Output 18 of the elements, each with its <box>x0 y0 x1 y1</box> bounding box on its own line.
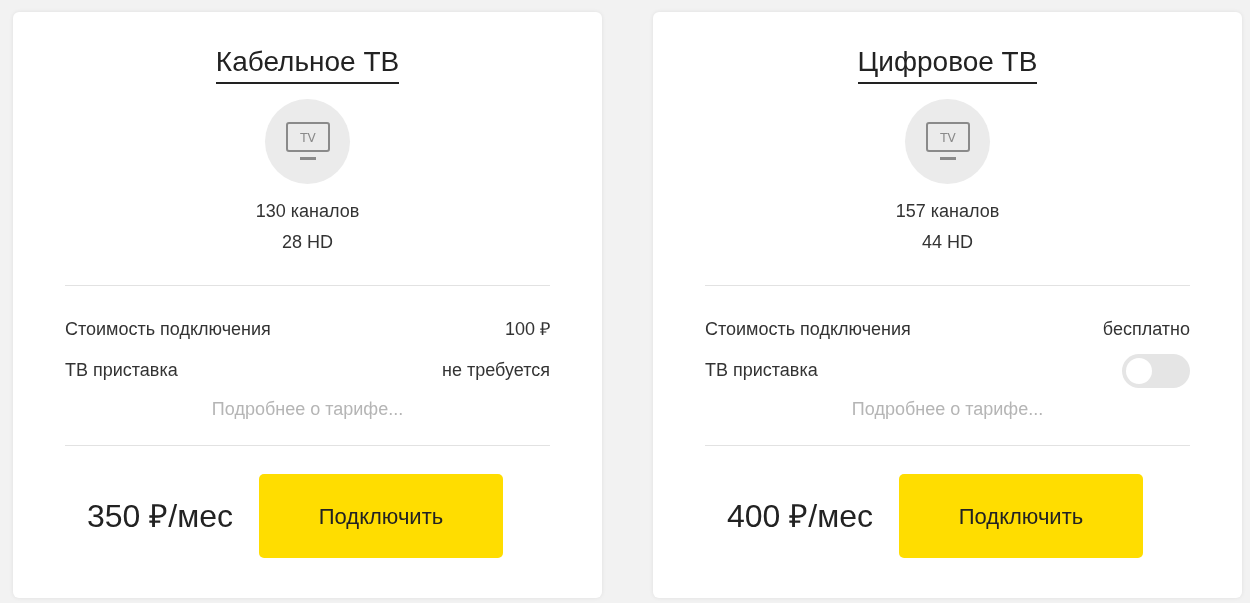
row-value: бесплатно <box>1102 318 1190 341</box>
row-value: 100 ₽ <box>504 318 550 341</box>
connect-button[interactable]: Подключить <box>898 474 1143 558</box>
row-value: не требуется <box>442 359 550 382</box>
channel-count: 157 каналов <box>895 200 1000 223</box>
row-label: ТВ приставка <box>705 359 818 382</box>
price: 350 ₽/мес <box>87 497 233 536</box>
row-label: Стоимость подключения <box>65 318 271 341</box>
hd-count: 44 HD <box>922 231 973 254</box>
tariff-title[interactable]: Цифровое ТВ <box>857 42 1038 84</box>
channel-count: 130 каналов <box>255 200 360 223</box>
row-label: Стоимость подключения <box>705 318 911 341</box>
tariff-title[interactable]: Кабельное ТВ <box>215 42 400 84</box>
connect-button[interactable]: Подключить <box>258 474 503 558</box>
row-label: ТВ приставка <box>65 359 178 382</box>
price: 400 ₽/мес <box>727 497 873 536</box>
hd-count: 28 HD <box>282 231 333 254</box>
toggle-switch[interactable] <box>1122 353 1190 388</box>
